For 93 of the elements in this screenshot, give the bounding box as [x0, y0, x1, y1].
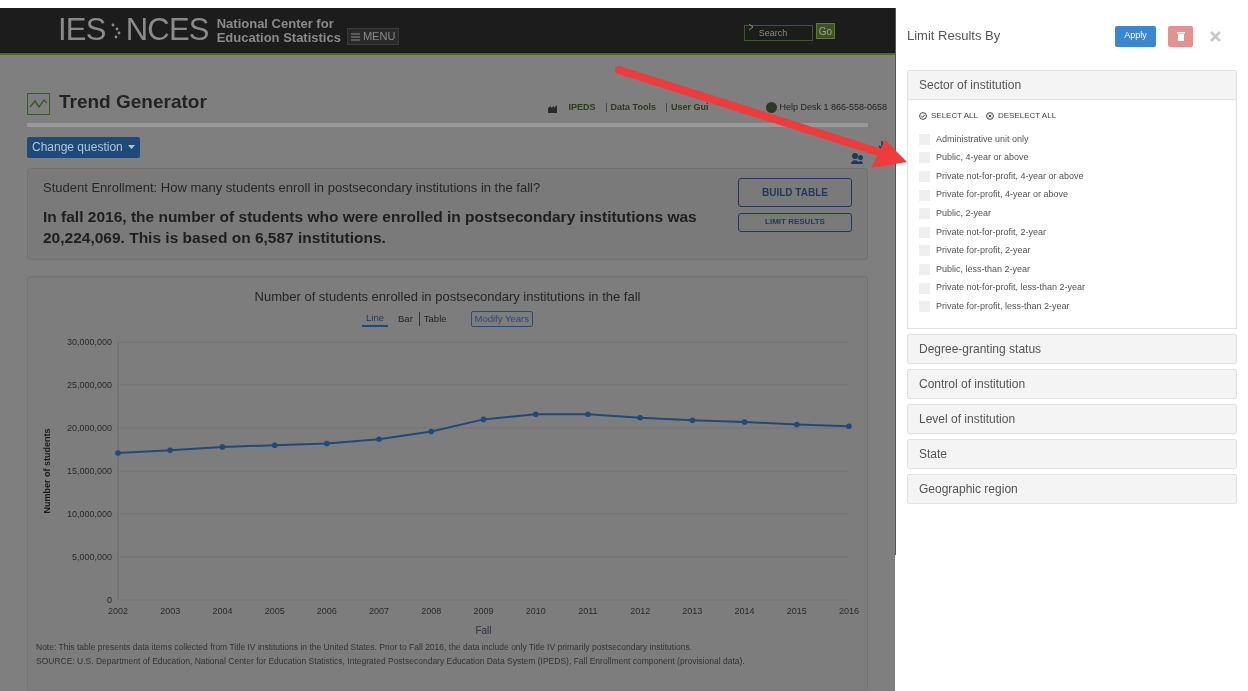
x-tick-label: 2014 [734, 606, 755, 617]
data-point [637, 415, 643, 421]
change-question-button[interactable]: Change question [27, 136, 140, 158]
section-header[interactable]: Control of institution [907, 368, 1237, 399]
action-button[interactable]: LIMIT RESULTS [738, 212, 852, 232]
option-label: Public, 4-year or above [936, 151, 1029, 165]
search-field[interactable]: Search [743, 24, 813, 41]
data-point [585, 411, 591, 418]
view-tab[interactable]: Line [362, 311, 388, 328]
x-tick-label: 2002 [108, 606, 128, 617]
data-point [689, 417, 696, 424]
apply-button[interactable]: Apply [1115, 25, 1156, 47]
data-point [324, 440, 330, 447]
option-label: Public, 2-year [936, 206, 992, 220]
section-header[interactable]: Geographic region [907, 473, 1237, 504]
section-header[interactable]: Level of institution [907, 403, 1237, 434]
x-tick-label: 2013 [682, 606, 703, 617]
x-circle-icon [986, 112, 994, 120]
go-button[interactable]: Go [815, 22, 835, 39]
logo-text: NCES [125, 11, 209, 50]
close-icon[interactable] [1210, 30, 1221, 42]
y-tick-label: 25,000,000 [66, 380, 112, 391]
x-tick-label: 2009 [473, 606, 494, 617]
trash-icon [1176, 31, 1185, 41]
section-header[interactable]: Degree-granting status [907, 333, 1237, 364]
x-tick-label: 2011 [578, 606, 598, 617]
check-circle-icon [919, 112, 927, 120]
option-label: Public, less-than 2-year [936, 262, 1031, 276]
x-axis-label: Fall [475, 625, 492, 637]
y-tick-label: 10,000,000 [66, 509, 112, 520]
data-point [480, 416, 487, 423]
page-title: Trend Generator [59, 90, 207, 114]
nav-link[interactable]: Data Tools [610, 101, 656, 115]
data-point [741, 419, 748, 426]
data-point [219, 444, 226, 450]
data-point [167, 447, 173, 454]
data-point [794, 422, 800, 428]
option-label: Private not-for-profit, 2-year [936, 225, 1047, 239]
org-name: National Center for Education Statistics [216, 16, 341, 45]
x-tick-label: 2016 [839, 606, 859, 617]
help-icon [766, 102, 778, 114]
panel-title: Limit Results By [907, 27, 1001, 46]
x-tick-label: 2006 [316, 606, 337, 617]
option-label: Administrative unit only [936, 132, 1029, 146]
nav-link[interactable]: User Gui [670, 101, 709, 115]
trend-chart-icon [27, 92, 50, 115]
x-tick-label: 2008 [421, 606, 442, 617]
data-point [376, 436, 382, 443]
y-tick-label: 5,000,000 [71, 552, 112, 563]
data-point [532, 411, 539, 418]
x-tick-label: 2007 [369, 606, 390, 617]
data-point [115, 450, 121, 456]
section-header[interactable]: State [907, 438, 1237, 469]
deselect-all-link[interactable]: DESELECT ALL [998, 110, 1057, 122]
menu-icon [350, 32, 360, 41]
option-label: Private for-profit, 4-year or above [936, 188, 1069, 202]
caret-icon [127, 145, 135, 149]
modify-years-button[interactable]: Modify Years [470, 311, 533, 328]
option-label: Private for-profit, 2-year [936, 244, 1031, 258]
answer-text: In fall 2016, the number of students who were enrolled in postsecondary institutions was 20,224,069. This is based on 6,587 institutions. [43, 207, 698, 248]
y-tick-label: 0 [107, 595, 112, 606]
question-text: Student Enrollment: How many students enroll in postsecondary institutions in the fall? [43, 178, 542, 197]
chart-note: SOURCE: U.S. Department of Education, National Center for Education Statistics, Integrated Postsecondary Education Data System (IPEDS), Fall Enrollment component (provisional data). [36, 655, 745, 669]
data-point [271, 442, 278, 449]
y-axis-label: Number of students [42, 428, 52, 514]
x-tick-label: 2012 [630, 606, 651, 617]
logo-text: IES [58, 11, 106, 50]
people-icon [851, 152, 863, 164]
chart-title: Number of students enrolled in postsecondary institutions in the fall [254, 287, 641, 306]
nav-link[interactable]: IPEDS [568, 101, 596, 115]
section-header[interactable]: Sector of institution [907, 70, 1237, 100]
x-tick-label: 2004 [212, 606, 233, 617]
menu-button[interactable]: MENU [346, 28, 400, 45]
x-tick-label: 2010 [525, 606, 546, 617]
y-tick-label: 15,000,000 [66, 466, 112, 477]
option-label: Private not-for-profit, less-than 2-year [936, 281, 1086, 295]
x-tick-label: 2005 [264, 606, 285, 617]
view-tab[interactable]: Table [418, 312, 451, 327]
select-all-link[interactable]: SELECT ALL [931, 110, 978, 122]
action-button[interactable]: BUILD TABLE [738, 177, 852, 207]
data-point [428, 428, 435, 435]
x-tick-label: 2003 [160, 606, 181, 617]
y-tick-label: 20,000,000 [66, 423, 112, 434]
x-tick-label: 2015 [786, 606, 807, 617]
help-desk-text: Help Desk 1 866-558-0658 [779, 101, 887, 114]
option-label: Private not-for-profit, 4-year or above [936, 169, 1084, 183]
data-point [846, 423, 852, 430]
search-icon [747, 22, 754, 31]
option-label: Private for-profit, less-than 2-year [936, 299, 1070, 313]
delete-button[interactable] [1168, 25, 1193, 47]
chart-note: Note: This table presents data items collected from Title IV institutions in the United States. Prior to Fall 2016, the data include only Title IV primarily postsecondary institutions. [36, 641, 693, 655]
y-tick-label: 30,000,000 [66, 337, 112, 348]
view-tab[interactable]: Bar [394, 312, 417, 327]
